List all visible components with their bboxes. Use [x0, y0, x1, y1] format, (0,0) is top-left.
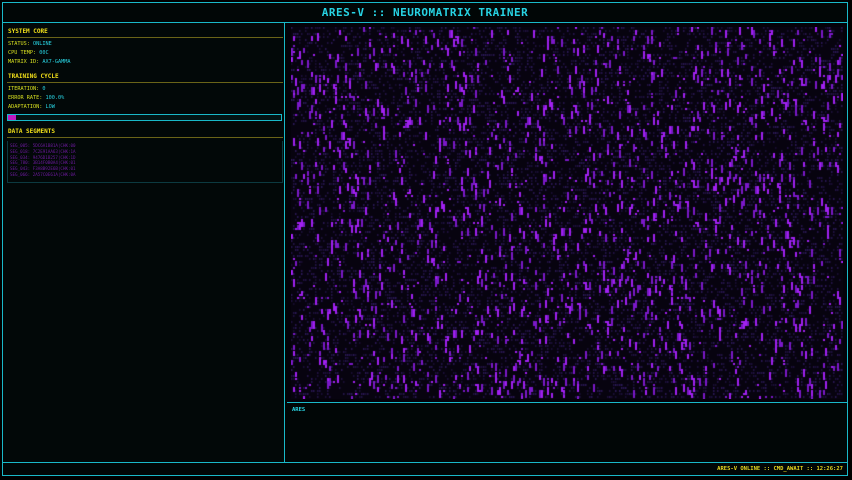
error-rate-value: 100.0% [45, 95, 65, 101]
status-row: STATUS: ONLINE [7, 40, 283, 49]
console-label: ARES [292, 407, 306, 413]
neuromatrix-canvas[interactable] [291, 27, 843, 399]
system-core-section: SYSTEM CORE STATUS: ONLINE CPU TEMP: 00C… [7, 27, 283, 67]
cpu-temp-value: 00C [39, 50, 49, 56]
adaptation-row: ADAPTATION: LOW [7, 103, 283, 112]
adaptation-value: LOW [45, 104, 55, 110]
status-label: STATUS: [8, 41, 30, 47]
data-segments-list: SEG_005: 5DC6A1B81A|CHK:00 SEG_018: 7C2E… [7, 141, 283, 183]
iteration-value: 0 [42, 86, 46, 92]
window-title: ARES-V :: NEUROMATRIX TRAINER [3, 3, 847, 23]
cpu-temp-label: CPU TEMP: [8, 50, 37, 56]
training-cycle-header: TRAINING CYCLE [7, 72, 283, 83]
console-panel[interactable]: ARES [287, 404, 847, 464]
neuromatrix-display[interactable] [287, 23, 847, 403]
adaptation-label: ADAPTATION: [8, 104, 43, 110]
system-core-header: SYSTEM CORE [7, 27, 283, 38]
iteration-row: ITERATION: 0 [7, 85, 283, 94]
status-value: ONLINE [33, 41, 52, 47]
cpu-temp-row: CPU TEMP: 00C [7, 49, 283, 58]
iteration-label: ITERATION: [8, 86, 40, 92]
left-panel: SYSTEM CORE STATUS: ONLINE CPU TEMP: 00C… [3, 23, 285, 464]
training-progress-bar [7, 114, 282, 121]
matrix-id-value: AX7-GAMMA [42, 59, 71, 65]
matrix-id-row: MATRIX ID: AX7-GAMMA [7, 58, 283, 67]
segment-line: SEG_066: 2A57C0E61A|CHK:0A [10, 171, 76, 177]
status-bar-text: ARES-V ONLINE :: CMD_AWAIT :: 12:26:27 [717, 466, 843, 472]
error-rate-label: ERROR RATE: [8, 95, 43, 101]
app-window: ARES-V :: NEUROMATRIX TRAINER SYSTEM COR… [2, 2, 848, 476]
status-bar: ARES-V ONLINE :: CMD_AWAIT :: 12:26:27 [3, 462, 847, 475]
matrix-id-label: MATRIX ID: [8, 59, 40, 65]
data-segments-header: DATA SEGMENTS [7, 127, 283, 138]
training-progress-fill [8, 115, 17, 120]
data-segments-section: DATA SEGMENTS [7, 127, 283, 138]
error-rate-row: ERROR RATE: 100.0% [7, 94, 283, 103]
training-cycle-section: TRAINING CYCLE ITERATION: 0 ERROR RATE: … [7, 72, 283, 112]
